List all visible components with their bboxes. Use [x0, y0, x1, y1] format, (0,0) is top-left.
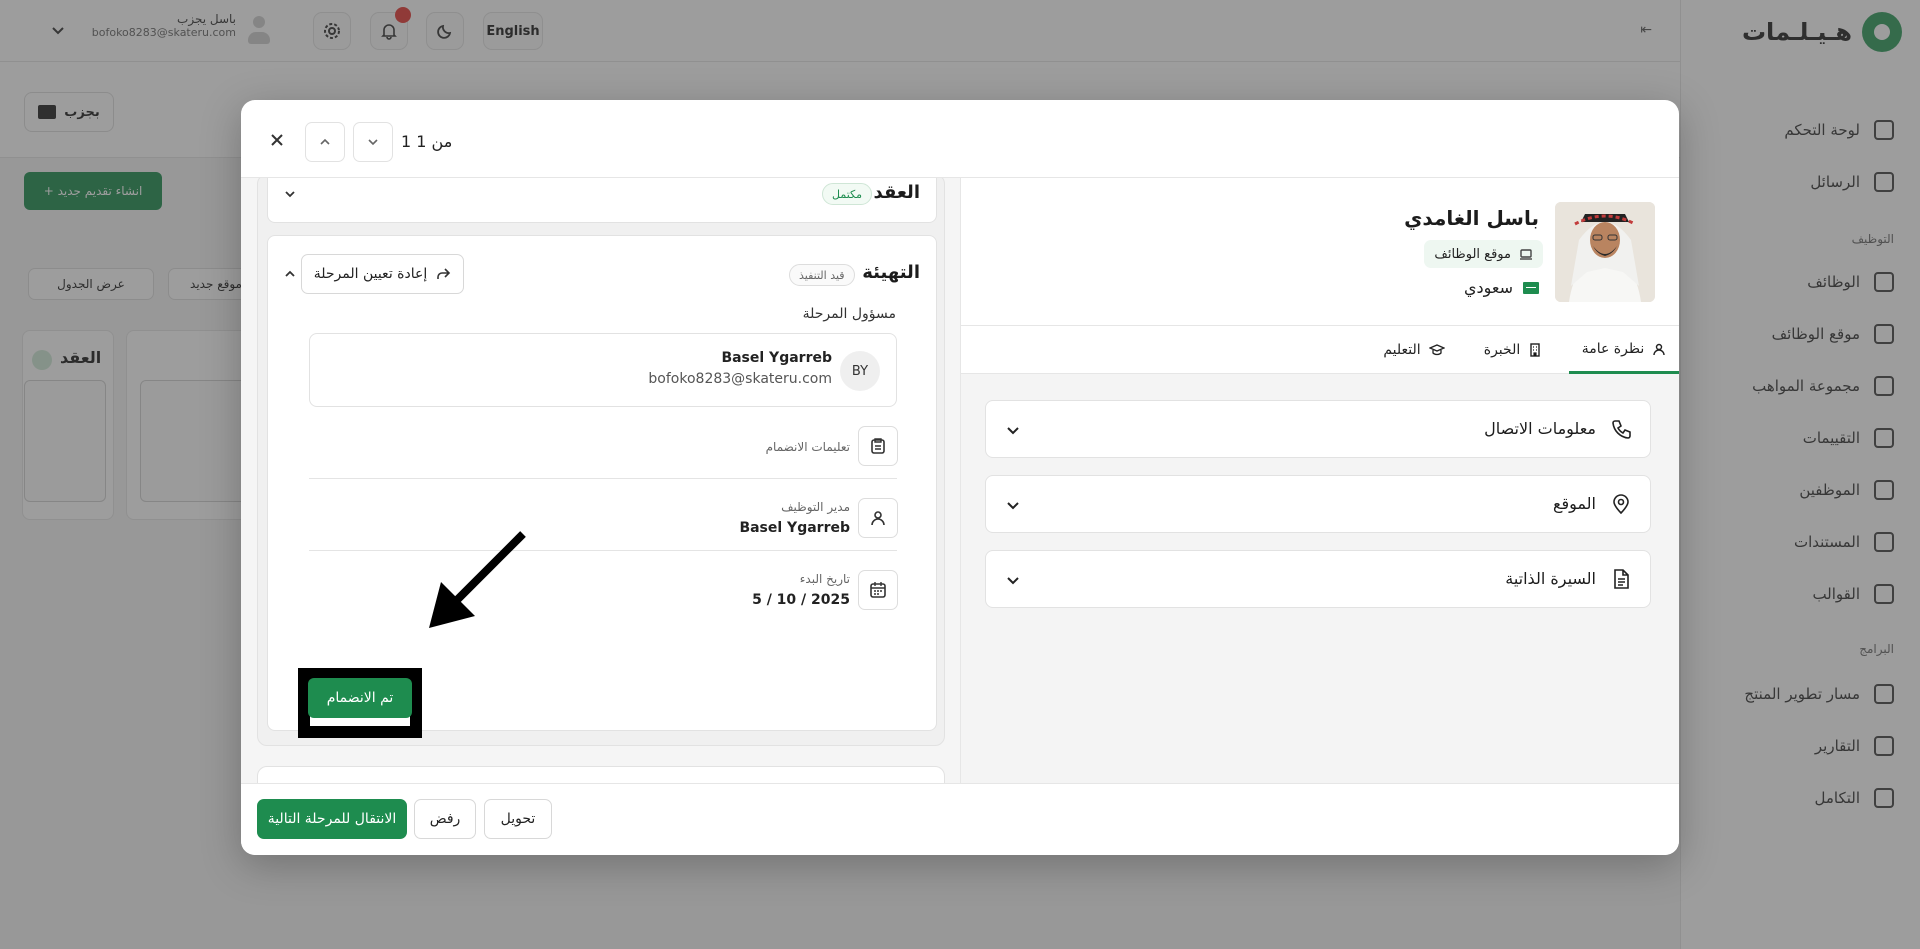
profile-pane: باسل الغامدي موقع الوظائف سعودي نظرة عام…: [961, 178, 1679, 783]
instructions-label[interactable]: تعليمات الانضمام: [766, 440, 850, 454]
building-icon: [1530, 343, 1540, 357]
start-date-icon-box: [858, 570, 898, 610]
chevron-down-icon: [1007, 577, 1019, 585]
tab-label: التعليم: [1383, 342, 1421, 358]
stages-list: العقد مكتمل التهيئة قيد التنفيذ إعادة تع…: [257, 178, 945, 746]
modal-footer: الانتقال للمرحلة التالية رفض تحويل: [241, 783, 1679, 855]
previous-button[interactable]: [305, 122, 345, 162]
owner-email: bofoko8283@skateru.com: [648, 371, 832, 387]
graduation-cap-icon: [1428, 344, 1445, 356]
tab-overview[interactable]: نظرة عامة: [1569, 326, 1679, 374]
reassign-stage-label: إعادة تعيين المرحلة: [313, 266, 428, 282]
user-icon: [1653, 343, 1665, 355]
close-button[interactable]: [263, 126, 291, 154]
next-stage-button[interactable]: الانتقال للمرحلة التالية: [257, 799, 407, 839]
chevron-down-icon: [1007, 427, 1019, 435]
reject-button[interactable]: رفض: [414, 799, 476, 839]
pointer-arrow-icon: [429, 531, 526, 628]
chevron-up-icon: [320, 138, 330, 145]
owner-name: Basel Ygarreb: [721, 350, 832, 366]
chevron-down-icon: [1007, 502, 1019, 510]
chevron-down-icon[interactable]: [282, 186, 298, 202]
stage-card-contract[interactable]: العقد مكتمل: [267, 178, 937, 223]
chevron-up-icon[interactable]: [282, 266, 298, 282]
map-pin-icon: [1613, 494, 1629, 515]
modal-header: 1 من 1: [241, 100, 1679, 178]
accordion-title: الموقع: [1553, 494, 1596, 513]
candidate-name: باسل الغامدي: [1404, 206, 1539, 230]
stage-card-next[interactable]: [257, 766, 945, 783]
profile-header: باسل الغامدي موقع الوظائف سعودي: [961, 178, 1679, 326]
reassign-stage-button[interactable]: إعادة تعيين المرحلة: [301, 254, 464, 294]
accordion-title: معلومات الاتصال: [1484, 419, 1596, 438]
tab-label: نظرة عامة: [1581, 340, 1645, 357]
status-badge: قيد التنفيذ: [789, 264, 855, 286]
accordion-location[interactable]: الموقع: [985, 475, 1651, 533]
close-icon: [271, 134, 283, 146]
laptop-icon: [1520, 249, 1532, 260]
instructions-button[interactable]: [858, 426, 898, 466]
phone-icon: [1612, 420, 1631, 439]
start-date-label: تاريخ البدء: [799, 572, 850, 586]
stages-pane[interactable]: العقد مكتمل التهيئة قيد التنفيذ إعادة تع…: [241, 178, 961, 783]
candidate-counter: 1 من 1: [401, 132, 453, 151]
tab-label: الخبرة: [1483, 342, 1521, 358]
next-button[interactable]: [353, 122, 393, 162]
owner-card: BY Basel Ygarreb bofoko8283@skateru.com: [309, 333, 897, 407]
document-icon: [1614, 569, 1629, 589]
divider: [309, 550, 897, 551]
user-icon: [871, 511, 885, 526]
hiring-manager-icon-box: [858, 498, 898, 538]
saudi-flag-icon: [1523, 281, 1539, 294]
clipboard-icon: [871, 438, 885, 454]
hiring-manager-label: مدير التوظيف: [781, 500, 850, 514]
candidate-photo: [1555, 202, 1655, 302]
accordion-title: السيرة الذاتية: [1505, 569, 1596, 588]
joined-button[interactable]: تم الانضمام: [308, 678, 412, 718]
source-label: موقع الوظائف: [1434, 246, 1511, 262]
share-icon: [437, 268, 451, 279]
source-badge: موقع الوظائف: [1424, 240, 1543, 268]
accordion-contact-info[interactable]: معلومات الاتصال: [985, 400, 1651, 458]
stage-title: العقد: [873, 182, 920, 203]
start-date-value: 5 / 10 / 2025: [752, 592, 850, 608]
tab-experience[interactable]: الخبرة: [1473, 326, 1553, 374]
hiring-manager-value: Basel Ygarreb: [739, 520, 850, 536]
owner-label: مسؤول المرحلة: [802, 306, 896, 322]
stage-title: التهيئة: [862, 262, 920, 283]
accordion-resume[interactable]: السيرة الذاتية: [985, 550, 1651, 608]
chevron-down-icon: [368, 139, 378, 146]
transfer-button[interactable]: تحويل: [484, 799, 552, 839]
nationality: سعودي: [1464, 278, 1539, 297]
calendar-icon: [870, 582, 886, 598]
stage-card-onboarding: التهيئة قيد التنفيذ إعادة تعيين المرحلة …: [267, 235, 937, 738]
tab-education[interactable]: التعليم: [1369, 326, 1459, 374]
nationality-label: سعودي: [1463, 278, 1513, 297]
status-badge: مكتمل: [822, 183, 872, 205]
profile-tabs: نظرة عامة الخبرة التعليم: [961, 326, 1679, 374]
divider: [309, 478, 897, 479]
candidate-modal: 1 من 1 العقد مكتمل التهيئة قيد التنفيذ إ: [241, 100, 1679, 855]
avatar: BY: [840, 351, 880, 391]
